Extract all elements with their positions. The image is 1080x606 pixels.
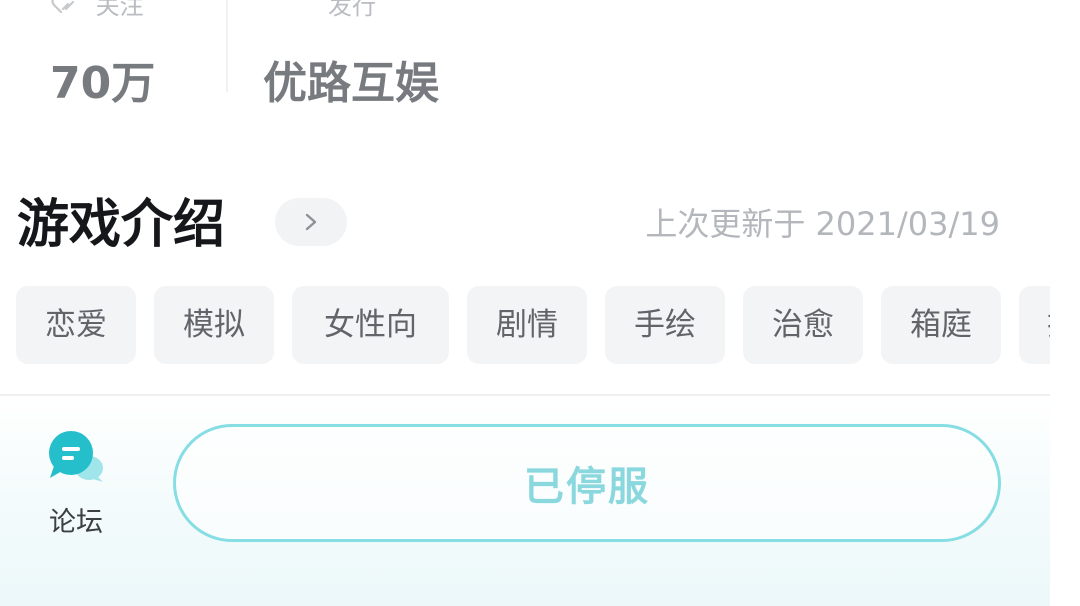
- tag-chip[interactable]: 治愈: [743, 286, 863, 364]
- tag-chip[interactable]: 换: [1019, 286, 1050, 364]
- section-title: 游戏介绍: [17, 195, 226, 255]
- service-stopped-label: 已停服: [524, 464, 650, 510]
- stats-strip: 关注 70万 发行 优路互娱: [0, 0, 1050, 120]
- forum-label: 论坛: [49, 507, 103, 538]
- forum-chat-icon: [49, 431, 103, 482]
- forum-button[interactable]: 论坛: [40, 428, 112, 539]
- update-time: 上次更新于 2021/03/19: [645, 205, 1000, 243]
- bottom-action-bar: 论坛 已停服: [0, 396, 1050, 606]
- tag-chip[interactable]: 恋爱: [16, 286, 136, 364]
- tag-chip[interactable]: 手绘: [605, 286, 725, 364]
- follow-label: 关注: [95, 0, 144, 20]
- tag-chip[interactable]: 女性向: [292, 286, 449, 364]
- game-detail-page: 关注 70万 发行 优路互娱 游戏介绍 上次更新于 2021/03/19 恋爱 …: [0, 0, 1080, 606]
- intro-more-button[interactable]: [275, 198, 347, 246]
- stats-divider: [226, 0, 228, 92]
- follow-count: 70万: [50, 58, 156, 109]
- chevron-right-icon: [305, 213, 317, 231]
- publisher-name: 优路互娱: [263, 58, 439, 109]
- heart-icon: [51, 0, 75, 14]
- tag-chip[interactable]: 模拟: [154, 286, 274, 364]
- tag-chip[interactable]: 剧情: [467, 286, 587, 364]
- service-stopped-button[interactable]: 已停服: [173, 424, 1001, 542]
- publisher-label: 发行: [328, 0, 376, 20]
- tag-chip[interactable]: 箱庭: [881, 286, 1001, 364]
- tag-list: 恋爱 模拟 女性向 剧情 手绘 治愈 箱庭 换: [16, 286, 1050, 366]
